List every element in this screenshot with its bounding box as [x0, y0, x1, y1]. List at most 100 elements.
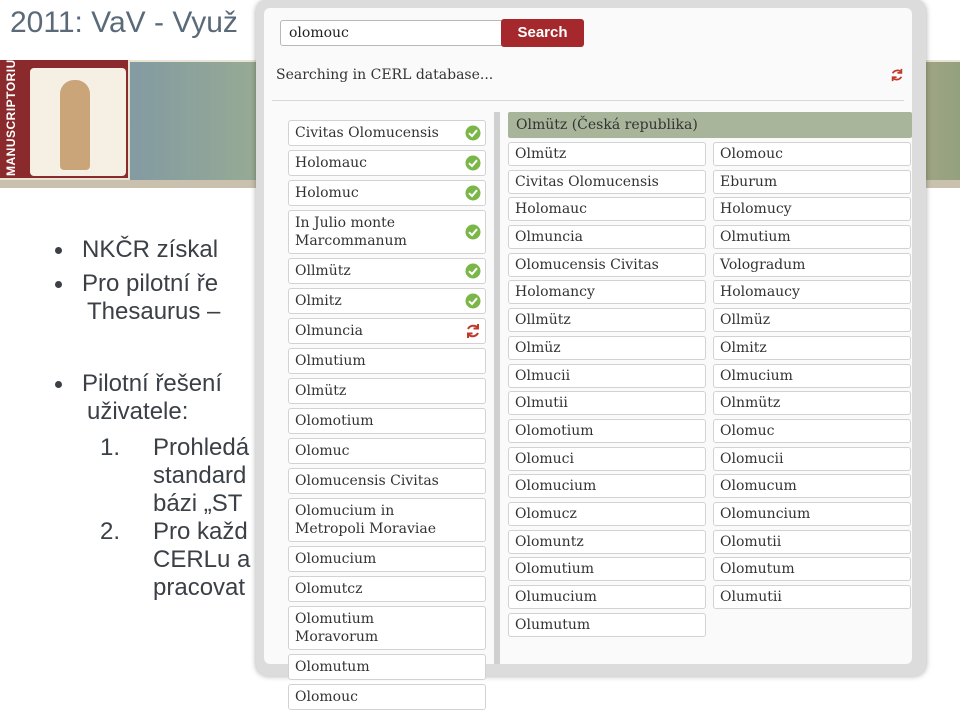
group-variant-item[interactable]: Eburum [713, 169, 911, 194]
group-variant-item[interactable]: Olumutii [713, 585, 911, 609]
group-variant-item[interactable]: Olomucensis Civitas [508, 252, 706, 277]
group-variant-item[interactable]: Olomutii [713, 529, 911, 554]
group-variant-item[interactable]: Olomutum [713, 557, 911, 582]
variant-list-item[interactable]: Civitas Olomucensis [288, 120, 486, 146]
bullet-dot [55, 247, 62, 255]
variant-list-item[interactable]: Olomotium [288, 408, 486, 434]
group-variant-item[interactable]: Olumutum [508, 612, 706, 637]
variant-label: Olmitz [295, 293, 342, 309]
group-variant-item[interactable]: Olumucium [508, 585, 706, 609]
bullet-dot [55, 381, 62, 389]
variant-label: Olomotium [295, 413, 374, 429]
variant-label: Ollmütz [295, 263, 351, 279]
variant-list-item[interactable]: Olomouc [288, 684, 486, 710]
check-icon [465, 263, 481, 279]
group-variant-item[interactable]: Olmutium [713, 225, 911, 250]
group-variant-item[interactable]: Olomucum [713, 474, 911, 499]
variant-label: Olomutum [295, 659, 370, 675]
group-variant-item[interactable]: Olomuc [713, 418, 911, 443]
bullet-2-cont: Thesaurus – [87, 298, 221, 325]
num-1-line-2: standard [153, 462, 247, 489]
group-variant-item[interactable]: Olomuncium [713, 501, 911, 526]
group-variant-item[interactable]: Vologradum [713, 252, 911, 277]
group-variant-item[interactable]: Holomucy [713, 197, 911, 222]
variant-label: Civitas Olomucensis [295, 125, 439, 141]
variant-list-item[interactable]: In Julio monte Marcommanum [288, 210, 486, 254]
check-icon [465, 293, 481, 309]
variant-list-item[interactable]: Olomucium [288, 546, 486, 572]
variant-list-item[interactable]: Olmutium [288, 348, 486, 374]
num-1: 1. [100, 434, 121, 461]
variant-list-item[interactable]: Olomuc [288, 438, 486, 464]
num-2-line-1: Pro každ [153, 518, 248, 545]
group-variant-item[interactable]: Olmuncia [508, 225, 706, 250]
variant-list-item[interactable]: Olmuncia [288, 318, 486, 344]
group-column-1: Olmütz Civitas Olomucensis Holomauc Olmunci… [508, 142, 706, 640]
variant-label: In Julio monte Marcommanum [295, 215, 407, 249]
group-variant-item[interactable]: Olomuntz [508, 529, 706, 554]
group-variant-item[interactable]: Civitas Olomucensis [508, 169, 706, 194]
refresh-icon [467, 324, 479, 338]
group-header[interactable]: Olmütz (Česká republika) [508, 112, 912, 138]
variant-list-item[interactable]: Olomutium Moravorum [288, 606, 486, 650]
search-button[interactable]: Search [501, 19, 584, 47]
variant-list-item[interactable]: Olomutum [288, 654, 486, 680]
num-2-line-2: CERLu a [153, 546, 251, 573]
variant-label: Olomuc [295, 443, 350, 459]
bullet-3-cont: uživatele: [87, 398, 189, 425]
list-scrollbar[interactable] [494, 112, 500, 664]
cerl-search-panel: Search Searching in CERL database... Civ… [256, 0, 926, 710]
variant-list-item[interactable]: Olomucium in Metropoli Moraviae [288, 498, 486, 542]
variant-list-item[interactable]: Olomucensis Civitas [288, 468, 486, 494]
group-variant-item[interactable]: Olomucium [508, 474, 706, 499]
group-variant-item[interactable]: Olnmütz [713, 391, 911, 416]
group-variant-item[interactable]: Holomancy [508, 280, 706, 305]
bullet-1: NKČR získal [55, 236, 218, 264]
check-icon [465, 155, 481, 171]
bullet-3: Pilotní řešení [55, 370, 222, 398]
variant-list-item[interactable]: Olmitz [288, 288, 486, 314]
variant-label: Olmütz [295, 383, 347, 399]
group-variant-item[interactable]: Olomutium [508, 557, 706, 582]
variant-list-item[interactable]: Olmütz [288, 378, 486, 404]
check-icon [465, 125, 481, 141]
divider [272, 100, 904, 101]
group-variant-item[interactable]: Holomauc [508, 197, 706, 222]
num-2-line-3: pracovat [153, 574, 246, 601]
num-1-line-3: bázi „ST [153, 490, 243, 517]
search-status-text: Searching in CERL database... [276, 67, 494, 83]
group-variant-item[interactable]: Olomouc [713, 142, 911, 166]
group-variant-item[interactable]: Ollmüz [713, 308, 911, 333]
group-variant-item[interactable]: Olmucium [713, 363, 911, 388]
refresh-icon[interactable] [890, 68, 904, 82]
group-column-2: Olomouc Eburum Holomucy Olmutium Vologradum H… [713, 142, 911, 613]
variant-label: Olmutium [295, 353, 366, 369]
bullet-text: Pilotní řešení [82, 370, 223, 397]
group-variant-item[interactable]: Olmutii [508, 391, 706, 416]
bullet-dot [55, 281, 62, 289]
group-variant-item[interactable]: Ollmütz [508, 308, 706, 333]
group-variant-item[interactable]: Olomucii [713, 446, 911, 471]
panel-inner: Search Searching in CERL database... Civ… [264, 8, 912, 710]
variant-list-item[interactable]: Holomauc [288, 150, 486, 176]
group-variant-item[interactable]: Olmütz [508, 142, 706, 166]
variant-list-item[interactable]: Olomutcz [288, 576, 486, 602]
variant-label: Holomuc [295, 185, 359, 201]
variant-list-item[interactable]: Holomuc [288, 180, 486, 206]
check-icon [465, 224, 481, 240]
variant-label: Olomutium Moravorum [295, 611, 379, 645]
group-variant-item[interactable]: Olmüz [508, 335, 706, 360]
logo-figure-body [60, 80, 90, 170]
variant-label: Olomucensis Civitas [295, 473, 439, 489]
group-variant-item[interactable]: Olomotium [508, 418, 706, 443]
group-variant-item[interactable]: Holomaucy [713, 280, 911, 305]
group-variant-item[interactable]: Olmucii [508, 363, 706, 388]
variant-list-item[interactable]: Ollmütz [288, 258, 486, 284]
group-variant-item[interactable]: Olomuci [508, 446, 706, 471]
group-variant-item[interactable]: Olomucz [508, 501, 706, 526]
num-2: 2. [100, 518, 121, 545]
variant-label: Olomutcz [295, 581, 363, 597]
variant-label: Olomucium [295, 551, 377, 567]
group-variant-item[interactable]: Olmitz [713, 335, 911, 360]
search-input[interactable] [280, 20, 506, 46]
